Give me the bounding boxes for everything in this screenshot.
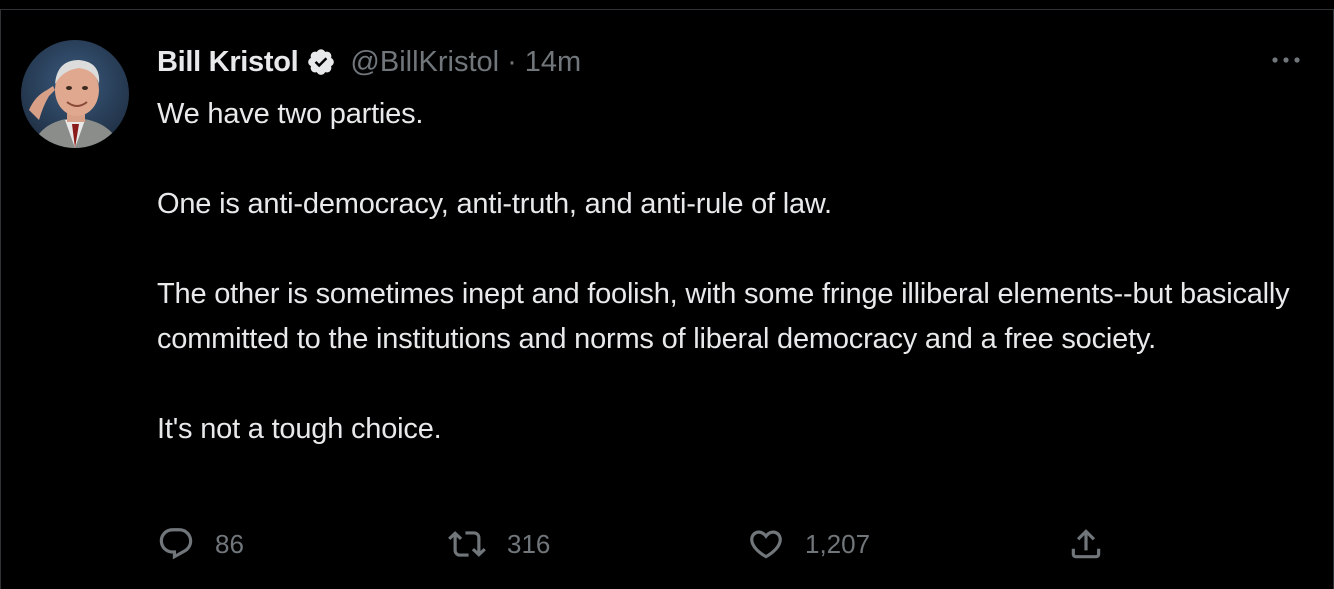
tweet-actions: 86 316 1,207 (157, 520, 1137, 568)
share-button[interactable] (1067, 520, 1105, 568)
reply-icon (157, 525, 195, 563)
tweet-card[interactable]: Bill Kristol @BillKristol · 14m We have … (0, 0, 1334, 589)
tweet-header: Bill Kristol @BillKristol · 14m (157, 42, 581, 82)
retweet-button[interactable]: 316 (447, 520, 550, 568)
tweet-paragraph: We have two parties. (157, 98, 424, 130)
like-button[interactable]: 1,207 (747, 520, 870, 568)
tweet-text: We have two parties. One is anti-democra… (157, 92, 1307, 452)
reply-button[interactable]: 86 (157, 520, 244, 568)
tweet-paragraph: The other is sometimes inept and foolish… (157, 278, 1290, 355)
retweet-count: 316 (507, 528, 551, 559)
tweet-paragraph: It's not a tough choice. (157, 413, 442, 445)
divider (0, 9, 1, 589)
divider (0, 9, 1334, 10)
verified-badge-icon (306, 47, 336, 77)
more-icon[interactable] (1268, 48, 1304, 72)
avatar[interactable] (21, 40, 129, 148)
reply-count: 86 (215, 528, 244, 559)
author-name[interactable]: Bill Kristol (157, 46, 299, 79)
author-handle[interactable]: @BillKristol (350, 46, 499, 79)
timestamp[interactable]: 14m (525, 46, 581, 79)
separator-dot: · (507, 45, 517, 78)
heart-icon (747, 525, 785, 563)
share-icon (1067, 525, 1105, 563)
retweet-icon (447, 525, 487, 563)
avatar-photo (21, 40, 129, 148)
tweet-paragraph: One is anti-democracy, anti-truth, and a… (157, 188, 832, 220)
like-count: 1,207 (805, 528, 871, 559)
